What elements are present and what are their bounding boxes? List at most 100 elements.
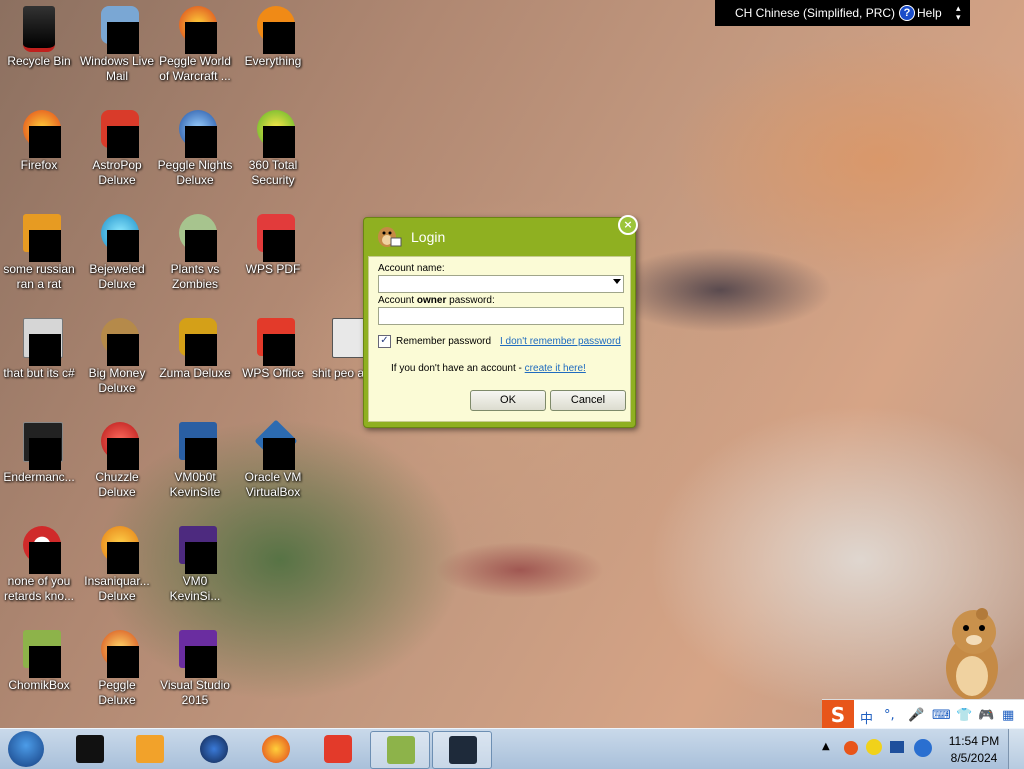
system-clock[interactable]: 11:54 PM 8/5/2024 [944, 729, 1004, 769]
taskbar-item-virtualbox[interactable] [432, 731, 492, 769]
password-field[interactable] [378, 307, 624, 325]
tray-network-icon[interactable] [914, 739, 932, 757]
game-icon [171, 212, 219, 262]
tray-app-icon[interactable] [844, 741, 858, 755]
desktop-icon-big-money[interactable]: Big Money Deluxe [78, 312, 156, 396]
desktop-icon-label: some russian ran a rat [3, 262, 75, 291]
skin-icon[interactable]: 👕 [956, 708, 972, 723]
chomikbox-icon [387, 736, 415, 764]
tray-expand-icon[interactable]: ▲ [822, 741, 830, 752]
desktop-icon-none-of-you[interactable]: none of you retards kno... [0, 520, 78, 604]
tray-monitor-icon[interactable] [890, 741, 904, 753]
close-icon[interactable]: × [618, 215, 638, 235]
help-icon[interactable]: ? [899, 5, 915, 21]
desktop-icon-label: Peggle World of Warcraft ... [159, 54, 231, 83]
desktop-icon-insaniquarium[interactable]: Insaniquar... Deluxe [78, 520, 156, 604]
remember-password-label[interactable]: Remember password [396, 336, 491, 347]
chevron-down-icon[interactable] [613, 279, 621, 284]
game-controller-icon[interactable]: 🎮 [978, 708, 994, 723]
globe-icon [200, 735, 228, 763]
desktop-icon-firefox[interactable]: Firefox [0, 104, 78, 173]
desktop-icon-russian-rat[interactable]: some russian ran a rat [0, 208, 78, 292]
language-bar[interactable]: CH Chinese (Simplified, PRC) ? Help ▴ ▾ [715, 0, 970, 26]
taskbar-item-wps[interactable] [308, 731, 366, 767]
desktop-icon-peggle-nights[interactable]: Peggle Nights Deluxe [156, 104, 234, 188]
desktop-icon-label: Everything [244, 54, 302, 68]
mail-icon [93, 4, 141, 54]
start-button[interactable] [8, 731, 44, 767]
desktop-icon-peggle-wow[interactable]: Peggle World of Warcraft ... [156, 0, 234, 84]
desktop-icon-vm0b0t[interactable]: VM0b0t KevinSite [156, 416, 234, 500]
desktop-icon-wps-office[interactable]: WPS Office [234, 312, 312, 381]
desktop-icon-label: 360 Total Security [248, 158, 298, 187]
pdf-icon [249, 212, 297, 262]
desktop-icon-label: ChomikBox [8, 678, 70, 692]
ime-mode-toggle[interactable]: 中 [860, 708, 873, 727]
desktop-icon-that-but-csharp[interactable]: that but its c# [0, 312, 78, 381]
desktop-icon-label: Zuma Deluxe [159, 366, 231, 380]
taskbar-item-globe[interactable] [184, 731, 242, 767]
desktop-icon-recycle-bin[interactable]: Recycle Bin [0, 0, 78, 69]
desktop-icon-label: Firefox [20, 158, 58, 172]
desktop-icon-label: WPS Office [242, 366, 304, 380]
desktop-icon-360-security[interactable]: 360 Total Security [234, 104, 312, 188]
microphone-icon[interactable]: 🎤 [908, 708, 924, 723]
system-tray: ▲ [822, 729, 944, 769]
ok-button[interactable]: OK [470, 390, 546, 411]
language-selector[interactable]: CH Chinese (Simplified, PRC) [735, 6, 895, 20]
desktop-icon-label: Insaniquar... Deluxe [84, 574, 150, 603]
desktop-icon-peggle-deluxe[interactable]: Peggle Deluxe [78, 624, 156, 708]
ime-toolbar[interactable]: S 中 °, 🎤 ⌨ 👕 🎮 ▦ [822, 699, 1024, 730]
dialog-titlebar[interactable]: Login × [364, 215, 638, 254]
desktop-icon-zuma[interactable]: Zuma Deluxe [156, 312, 234, 381]
clock-date: 8/5/2024 [950, 751, 998, 765]
desktop-icon-label: Oracle VM VirtualBox [244, 470, 302, 499]
peggle-icon [93, 628, 141, 678]
desktop-icon-everything[interactable]: Everything [234, 0, 312, 69]
account-name-combobox[interactable] [378, 275, 624, 293]
desktop-icon-windows-live-mail[interactable]: Windows Live Mail [78, 0, 156, 84]
cancel-button[interactable]: Cancel [550, 390, 626, 411]
taskbar-item-media[interactable] [120, 731, 178, 767]
desktop-icon-vm0-kevinsite[interactable]: VM0 KevinSi... [156, 520, 234, 604]
keyboard-icon[interactable]: ⌨ [932, 708, 951, 723]
taskbar-item-terminal[interactable] [60, 731, 118, 767]
desktop-icon-bejeweled[interactable]: Bejeweled Deluxe [78, 208, 156, 292]
desktop-icon-visual-studio[interactable]: Visual Studio 2015 [156, 624, 234, 708]
ime-punctuation-toggle[interactable]: °, [884, 708, 895, 723]
peggle-icon [171, 4, 219, 54]
taskbar: ▲ 11:54 PM 8/5/2024 [0, 728, 1024, 769]
search-icon [249, 4, 297, 54]
show-desktop-button[interactable] [1008, 729, 1024, 769]
sogou-icon[interactable]: S [822, 700, 854, 730]
desktop-icon-plants-vs-zombies[interactable]: Plants vs Zombies [156, 208, 234, 292]
desktop-icon-label: VM0 KevinSi... [169, 574, 221, 603]
gem-icon [93, 212, 141, 262]
taskbar-item-chomikbox[interactable] [370, 731, 430, 769]
taskbar-item-firefox[interactable] [246, 731, 304, 767]
desktop-icon-label: Peggle Deluxe [98, 678, 136, 707]
dialog-title: Login [411, 229, 446, 245]
tray-add-icon[interactable] [866, 739, 882, 755]
vm-icon [171, 524, 219, 574]
money-icon [93, 316, 141, 366]
desktop-icon-chomikbox[interactable]: ChomikBox [0, 624, 78, 693]
language-bar-options-icon[interactable]: ▴ ▾ [956, 4, 961, 22]
desktop-icon-astropop[interactable]: AstroPop Deluxe [78, 104, 156, 188]
file-icon [316, 316, 368, 364]
shortcut-icon [15, 212, 63, 262]
game-icon [93, 420, 141, 470]
forgot-password-link[interactable]: I don't remember password [500, 336, 621, 347]
desktop-icon-shit-peo[interactable]: shit peo asked m [312, 312, 368, 381]
desktop-icon-virtualbox[interactable]: Oracle VM VirtualBox [234, 416, 312, 500]
create-account-link[interactable]: create it here! [525, 363, 586, 374]
toolbox-grid-icon[interactable]: ▦ [1002, 708, 1014, 723]
desktop-icon-wps-pdf[interactable]: WPS PDF [234, 208, 312, 277]
desktop-icon-chuzzle[interactable]: Chuzzle Deluxe [78, 416, 156, 500]
desktop-icon-label: Recycle Bin [7, 54, 71, 68]
desktop-icon-label: Bejeweled Deluxe [89, 262, 145, 291]
desktop-icon-endermanch[interactable]: Endermanc... [0, 416, 78, 485]
help-button[interactable]: Help [917, 6, 942, 20]
shield-icon [249, 108, 297, 158]
remember-password-checkbox[interactable]: ✓ [378, 335, 391, 348]
